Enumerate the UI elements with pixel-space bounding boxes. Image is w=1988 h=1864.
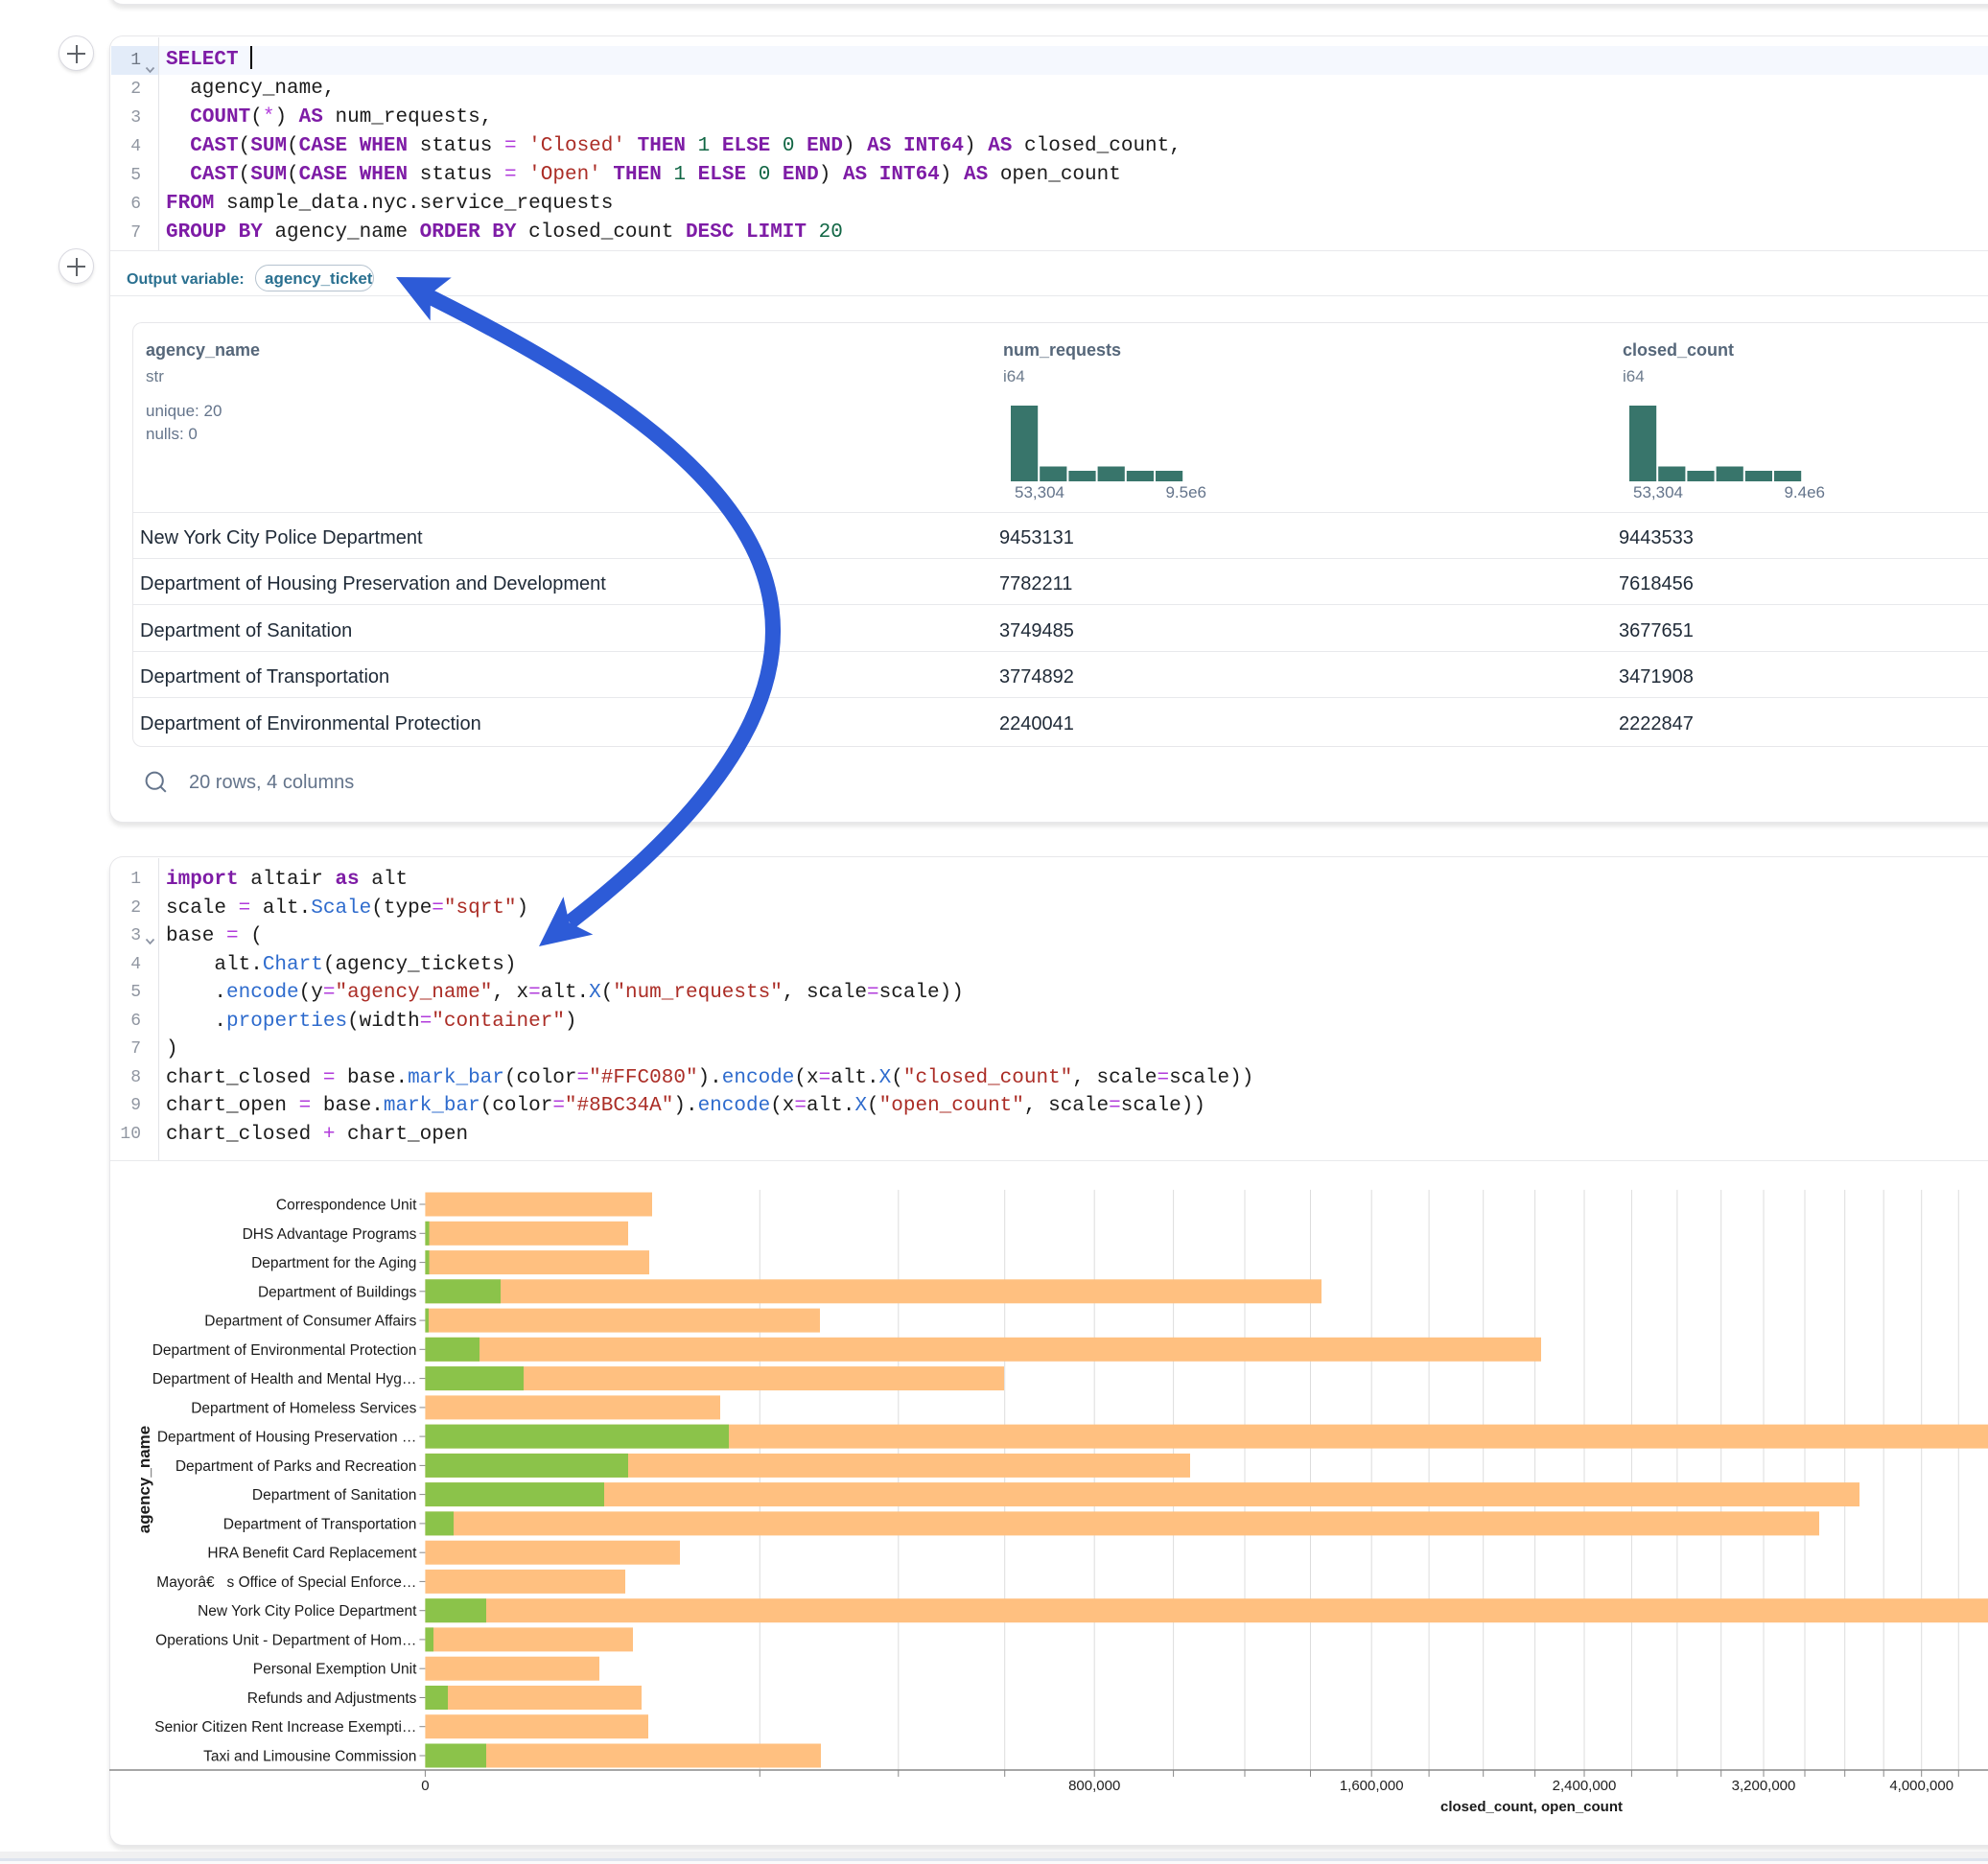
svg-text:DHS Advantage Programs: DHS Advantage Programs — [243, 1226, 417, 1243]
svg-text:9.4e6: 9.4e6 — [1784, 483, 1825, 501]
svg-text:Department of Housing Preserva: Department of Housing Preservation … — [157, 1430, 417, 1446]
svg-text:Senior Citizen Rent Increase E: Senior Citizen Rent Increase Exempti… — [154, 1719, 416, 1736]
svg-text:Operations Unit - Department o: Operations Unit - Department of Hom… — [155, 1632, 416, 1648]
svg-text:2,400,000: 2,400,000 — [1553, 1778, 1617, 1794]
svg-text:53,304: 53,304 — [1633, 483, 1683, 501]
svg-text:Department of Consumer Affairs: Department of Consumer Affairs — [204, 1314, 416, 1330]
svg-text:Department of Transportation: Department of Transportation — [223, 1516, 417, 1532]
svg-text:Department of Environmental Pr: Department of Environmental Protection — [152, 1342, 417, 1359]
svg-text:Department for the Aging: Department for the Aging — [251, 1255, 416, 1271]
svg-text:0: 0 — [421, 1778, 429, 1794]
svg-text:4,000,000: 4,000,000 — [1889, 1778, 1953, 1794]
svg-text:HRA Benefit Card Replacement: HRA Benefit Card Replacement — [207, 1546, 417, 1562]
svg-text:Mayorâ€ s Office of Special: Mayorâ€ s Office of Special Enforce… — [156, 1574, 416, 1591]
svg-text:closed_count, open_count: closed_count, open_count — [1440, 1799, 1623, 1815]
svg-text:Department of Sanitation: Department of Sanitation — [252, 1487, 416, 1503]
svg-text:1,600,000: 1,600,000 — [1340, 1778, 1404, 1794]
svg-text:Department of Parks and Recrea: Department of Parks and Recreation — [175, 1458, 417, 1475]
svg-text:Department of Health and Menta: Department of Health and Mental Hyg… — [152, 1371, 417, 1387]
svg-text:New York City Police Departmen: New York City Police Department — [198, 1603, 417, 1619]
svg-text:800,000: 800,000 — [1068, 1778, 1120, 1794]
svg-text:Taxi and Limousine Commission: Taxi and Limousine Commission — [203, 1749, 416, 1765]
svg-text:3,200,000: 3,200,000 — [1732, 1778, 1796, 1794]
svg-text:Refunds and Adjustments: Refunds and Adjustments — [247, 1690, 417, 1707]
svg-text:agency_name: agency_name — [135, 1426, 153, 1533]
svg-text:Personal Exemption Unit: Personal Exemption Unit — [253, 1662, 417, 1678]
svg-text:Correspondence Unit: Correspondence Unit — [276, 1198, 417, 1214]
svg-text:Department of Buildings: Department of Buildings — [258, 1284, 417, 1300]
svg-text:Department of Homeless Service: Department of Homeless Services — [191, 1400, 416, 1416]
svg-text:9.5e6: 9.5e6 — [1165, 483, 1206, 501]
